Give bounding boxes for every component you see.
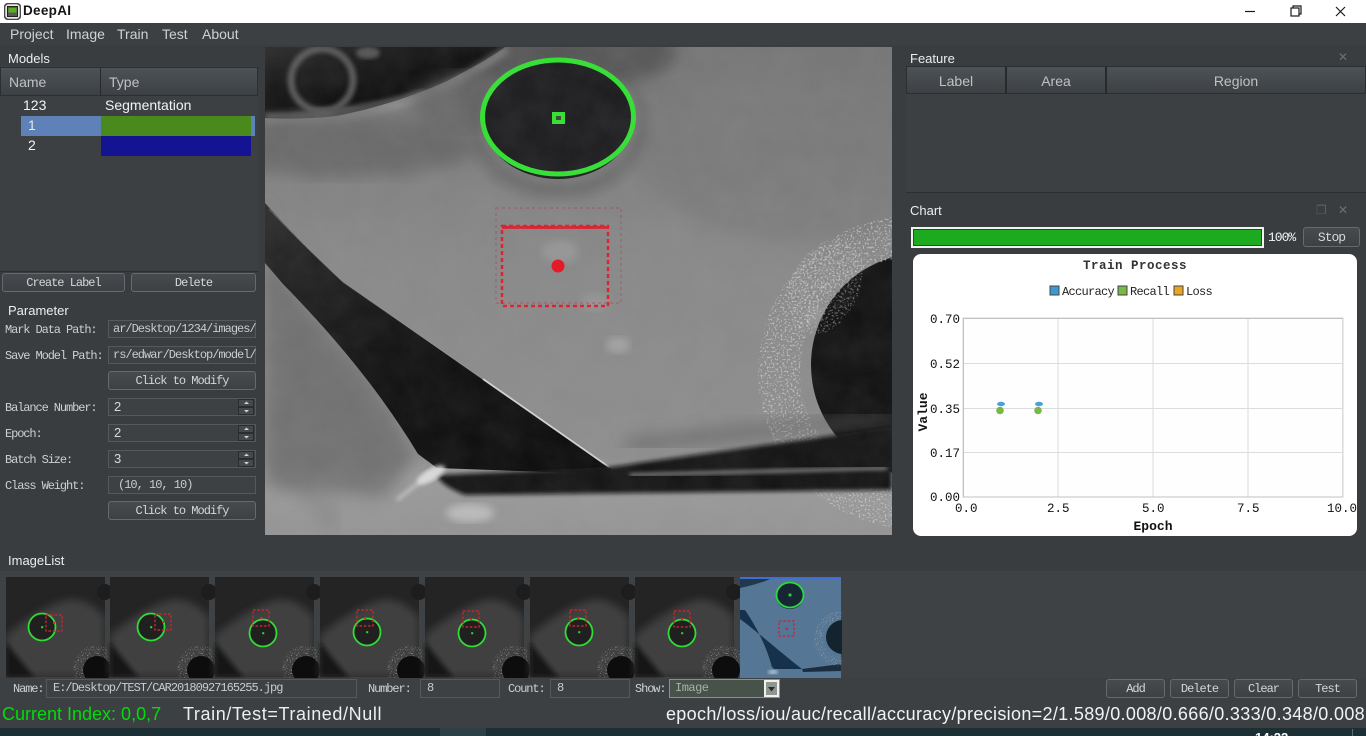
svg-text:0.52: 0.52 bbox=[930, 358, 960, 372]
svg-text:2.5: 2.5 bbox=[1047, 502, 1070, 516]
svg-text:Loss: Loss bbox=[1186, 285, 1213, 299]
svg-text:Accuracy: Accuracy bbox=[1062, 285, 1115, 299]
svg-text:10.0: 10.0 bbox=[1327, 502, 1357, 516]
svg-text:Recall: Recall bbox=[1130, 285, 1170, 299]
svg-text:Train Process: Train Process bbox=[1083, 259, 1187, 273]
svg-text:Epoch: Epoch bbox=[1133, 519, 1172, 534]
svg-text:0.70: 0.70 bbox=[930, 313, 960, 327]
svg-text:0.17: 0.17 bbox=[930, 447, 960, 461]
svg-text:Value: Value bbox=[916, 392, 931, 431]
svg-text:7.5: 7.5 bbox=[1237, 502, 1260, 516]
svg-text:0.0: 0.0 bbox=[955, 502, 978, 516]
svg-text:5.0: 5.0 bbox=[1142, 502, 1165, 516]
svg-text:0.35: 0.35 bbox=[930, 403, 960, 417]
